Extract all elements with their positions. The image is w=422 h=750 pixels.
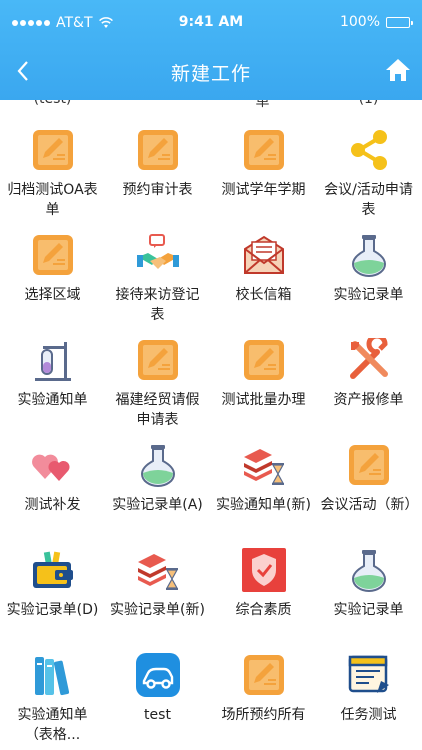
edit-form-icon bbox=[240, 651, 288, 699]
grid-item[interactable]: 实验记录单 bbox=[316, 540, 421, 645]
grid-item[interactable]: 实验记录单 bbox=[316, 225, 421, 330]
grid-item[interactable]: 选择区域 bbox=[0, 225, 105, 330]
grid-row: 实验通知单（表格... test 场所预约所有 任务测试 bbox=[0, 645, 422, 750]
grid-item-label: 任务测试 bbox=[340, 707, 397, 723]
grid-item-label: 实验记录单(新) bbox=[110, 602, 205, 618]
mail-icon bbox=[240, 231, 288, 279]
grid-item-label: 会议/活动申请表 bbox=[324, 182, 413, 218]
edit-form-icon bbox=[134, 336, 182, 384]
grid-item[interactable]: 测试补发 bbox=[0, 435, 105, 540]
grid-item-label: 实验通知单(新) bbox=[216, 497, 311, 513]
status-right: 100% bbox=[339, 14, 413, 30]
share-icon bbox=[345, 126, 393, 174]
edit-form-icon bbox=[240, 126, 288, 174]
grid-item-label: 测试学年学期 bbox=[221, 182, 306, 198]
grid-item[interactable]: 任务测试 bbox=[316, 645, 421, 750]
grid-item[interactable]: 实验通知单(新) bbox=[211, 435, 316, 540]
edit-form-icon bbox=[29, 231, 77, 279]
test-tube-stand-icon bbox=[29, 336, 77, 384]
grid-item[interactable]: 实验通知单 bbox=[0, 330, 105, 435]
battery-label: 100% bbox=[339, 14, 380, 30]
flask-icon bbox=[345, 231, 393, 279]
battery-icon bbox=[386, 16, 413, 28]
grid-item[interactable]: 测试学年学期 bbox=[211, 120, 316, 225]
grid-row: 测试补发 实验记录单(A) 实验通知单(新) 会议活动（新） bbox=[0, 435, 422, 540]
grid-item[interactable]: 实验记录单(D) bbox=[0, 540, 105, 645]
grid-item[interactable]: 资产报修单 bbox=[316, 330, 421, 435]
grid-item[interactable]: 会议/活动申请表 bbox=[316, 120, 421, 225]
app-grid: 归档测试OA表单 预约审计表 测试学年学期 会议/活动申请表 选择区域 接待来访… bbox=[0, 120, 422, 750]
flask-icon bbox=[134, 441, 182, 489]
grid-item[interactable]: 实验记录单(新) bbox=[105, 540, 210, 645]
grid-item[interactable]: 归档测试OA表单 bbox=[0, 120, 105, 225]
grid-item[interactable]: 接待来访登记表 bbox=[105, 225, 210, 330]
edit-form-icon bbox=[134, 126, 182, 174]
grid-row: 实验通知单 福建经贸请假申请表 测试批量办理 资产报修单 bbox=[0, 330, 422, 435]
grid-item-label: 预约审计表 bbox=[122, 182, 193, 198]
grid-item-label: 实验通知单 bbox=[17, 392, 88, 408]
books-icon bbox=[29, 651, 77, 699]
handshake-icon bbox=[134, 231, 182, 279]
grid-item[interactable]: 会议活动（新） bbox=[316, 435, 421, 540]
home-button[interactable] bbox=[384, 56, 412, 84]
books-hourglass-icon bbox=[240, 441, 288, 489]
grid-item-label: 实验记录单(A) bbox=[112, 497, 203, 513]
grid-item-label: 归档测试OA表单 bbox=[7, 182, 98, 218]
flask-icon bbox=[345, 546, 393, 594]
grid-item-label: 场所预约所有 bbox=[221, 707, 306, 723]
page-title: 新建工作 bbox=[170, 63, 251, 85]
grid-item-label: 资产报修单 bbox=[333, 392, 404, 408]
hearts-icon bbox=[29, 441, 77, 489]
grid-item-label: 福建经贸请假申请表 bbox=[115, 392, 200, 428]
edit-form-icon bbox=[29, 126, 77, 174]
grid-item[interactable]: 实验记录单(A) bbox=[105, 435, 210, 540]
grid-row: 实验记录单(D) 实验记录单(新) 综合素质 实验记录单 bbox=[0, 540, 422, 645]
grid-row: 归档测试OA表单 预约审计表 测试学年学期 会议/活动申请表 bbox=[0, 120, 422, 225]
grid-item[interactable]: 测试批量办理 bbox=[211, 330, 316, 435]
grid-item-label: 实验记录单 bbox=[333, 602, 404, 618]
grid-item[interactable]: 实验通知单（表格... bbox=[0, 645, 105, 750]
car-app-icon bbox=[134, 651, 182, 699]
grid-row: 选择区域 接待来访登记表 校长信箱 实验记录单 bbox=[0, 225, 422, 330]
grid-item-label: 实验记录单(D) bbox=[6, 602, 99, 618]
grid-item-label: 测试补发 bbox=[24, 497, 81, 513]
grid-item-label: 接待来访登记表 bbox=[115, 287, 200, 323]
grid-item[interactable]: 校长信箱 bbox=[211, 225, 316, 330]
grid-item-label: 会议活动（新） bbox=[320, 497, 419, 513]
wallet-icon bbox=[29, 546, 77, 594]
grid-item[interactable]: 场所预约所有 bbox=[211, 645, 316, 750]
grid-item[interactable]: 福建经贸请假申请表 bbox=[105, 330, 210, 435]
status-bar: AT&T 9:41 AM 100% bbox=[0, 0, 422, 44]
grid-item[interactable]: test bbox=[105, 645, 210, 750]
task-browser-icon bbox=[345, 651, 393, 699]
grid-item[interactable]: 综合素质 bbox=[211, 540, 316, 645]
tools-icon bbox=[345, 336, 393, 384]
grid-item-label: 实验通知单（表格... bbox=[17, 707, 88, 743]
grid-item-label: 综合素质 bbox=[235, 602, 292, 618]
grid-item-label: 实验记录单 bbox=[333, 287, 404, 303]
nav-bar: 新建工作 bbox=[0, 44, 422, 100]
edit-form-icon bbox=[345, 441, 393, 489]
shield-check-icon bbox=[240, 546, 288, 594]
grid-item[interactable]: 预约审计表 bbox=[105, 120, 210, 225]
header: AT&T 9:41 AM 100% 新建工作 bbox=[0, 0, 422, 100]
grid-item-label: 校长信箱 bbox=[235, 287, 292, 303]
scroll-content[interactable]: (test) 单 (1) 归档测试OA表单 预约审计表 测 bbox=[0, 0, 422, 750]
grid-item-label: 测试批量办理 bbox=[221, 392, 306, 408]
books-hourglass-icon bbox=[134, 546, 182, 594]
home-icon bbox=[386, 59, 410, 81]
grid-item-label: 选择区域 bbox=[24, 287, 81, 303]
edit-form-icon bbox=[240, 336, 288, 384]
grid-item-label: test bbox=[144, 707, 171, 723]
